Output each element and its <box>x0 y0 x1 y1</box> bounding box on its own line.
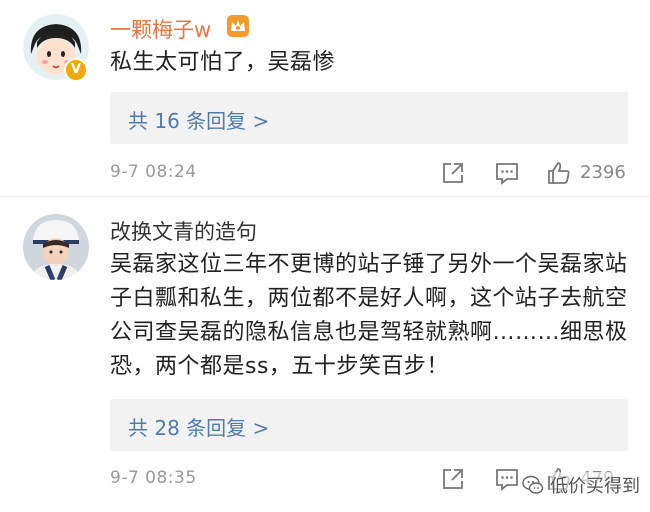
username[interactable]: 一颗梅子w <box>110 14 211 44</box>
comment-text: 吴磊家这位三年不更博的站子锤了另外一个吴磊家站子白瓢和私生，两位都不是好人啊，这… <box>110 252 628 379</box>
comment-text: 私生太可怕了，吴磊惨 <box>110 50 336 75</box>
share-icon[interactable] <box>440 466 466 492</box>
avatar[interactable] <box>23 214 89 280</box>
watermark-text: 低价买得到 <box>550 472 640 498</box>
comment-icon[interactable] <box>494 466 520 492</box>
share-icon[interactable] <box>440 160 466 186</box>
watermark: 低价买得到 <box>522 470 640 500</box>
timestamp: 9-7 08:24 <box>110 162 197 182</box>
replies-box: 共 28 条回复 > <box>110 399 628 451</box>
comment-icon[interactable] <box>494 160 520 186</box>
timestamp: 9-7 08:35 <box>110 468 197 488</box>
thumbs-up-icon[interactable] <box>546 160 572 186</box>
comment-item: 改换文青的造句 吴磊家这位三年不更博的站子锤了另外一个吴磊家站子白瓢和私生，两位… <box>0 196 650 512</box>
username[interactable]: 改换文青的造句 <box>110 216 257 246</box>
view-replies-link[interactable]: 共 28 条回复 > <box>128 412 269 441</box>
comment-footer: 9-7 08:24 2396 <box>110 158 630 188</box>
replies-box: 共 16 条回复 > <box>110 92 628 144</box>
wechat-icon <box>522 475 544 494</box>
view-replies-link[interactable]: 共 16 条回复 > <box>128 105 269 134</box>
crown-badge-icon <box>227 15 249 37</box>
like-count: 2396 <box>580 162 626 183</box>
verified-badge: V <box>64 58 88 82</box>
comment-item: V 一颗梅子w 私生太可怕了，吴磊惨 共 16 条回复 > 9-7 08:24 … <box>0 0 650 196</box>
